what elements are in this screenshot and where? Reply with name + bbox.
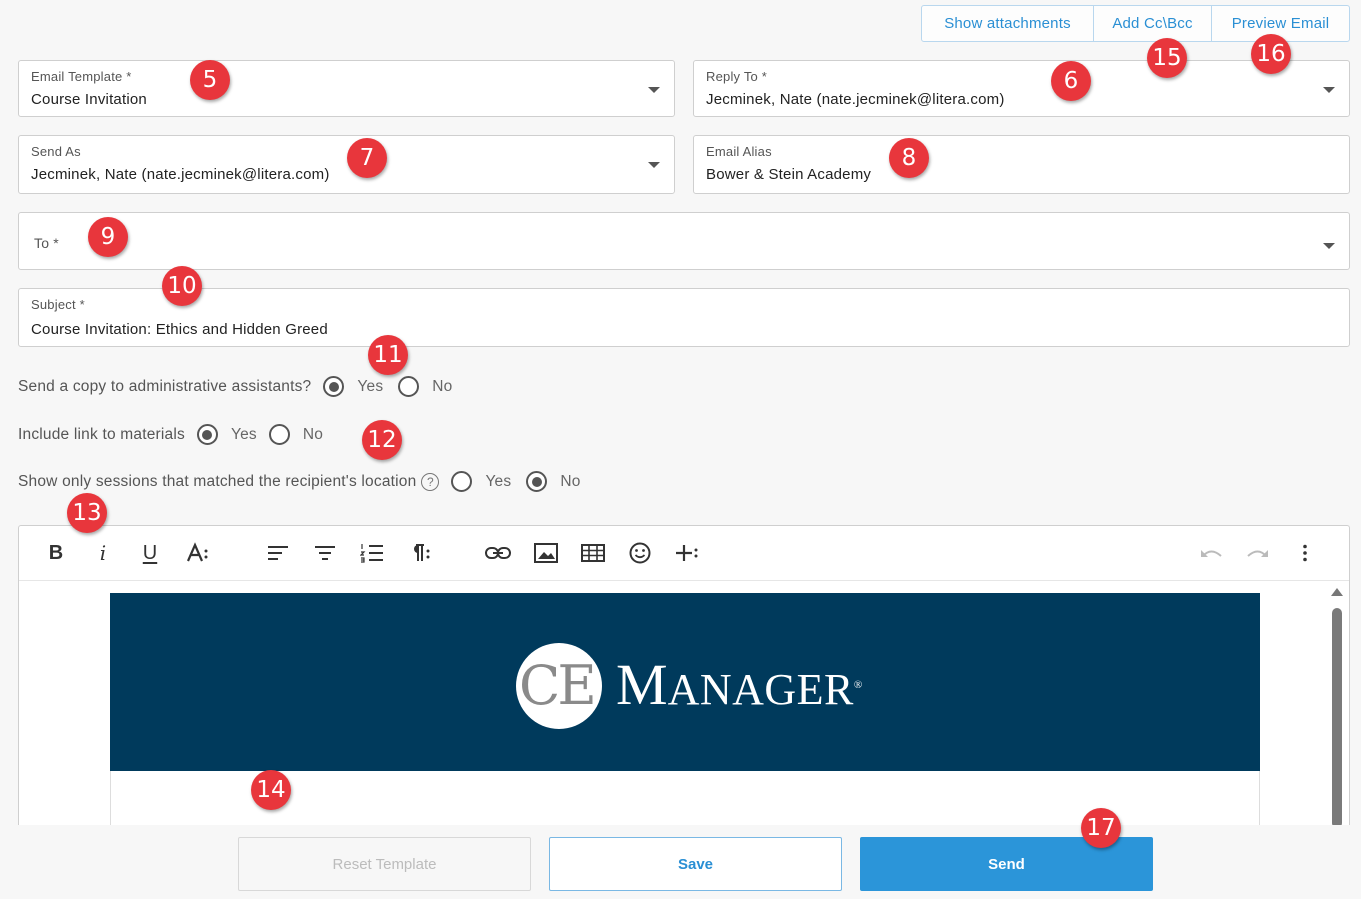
insert-more-icon[interactable] xyxy=(675,540,701,566)
registered-mark: ® xyxy=(853,679,863,691)
callout-badge: 5 xyxy=(190,60,230,100)
scroll-up-arrow-icon[interactable] xyxy=(1331,588,1343,596)
email-template-select[interactable]: Email Template * Course Invitation xyxy=(18,60,675,117)
emoticon-icon[interactable] xyxy=(627,540,653,566)
manager-rest: ANAGER xyxy=(667,665,854,714)
copy-admin-no[interactable]: No xyxy=(398,376,452,397)
include-link-yes[interactable]: Yes xyxy=(196,424,257,445)
show-attachments-button[interactable]: Show attachments xyxy=(922,6,1093,41)
reply-to-value: Jecminek, Nate (nate.jecminek@litera.com… xyxy=(706,91,1005,108)
subject-value: Course Invitation: Ethics and Hidden Gre… xyxy=(31,321,328,338)
bold-icon[interactable]: B xyxy=(43,540,69,566)
chevron-down-icon xyxy=(648,87,660,93)
callout-badge: 8 xyxy=(889,138,929,178)
callout-badge: 10 xyxy=(162,266,202,306)
matched-location-option: Show only sessions that matched the reci… xyxy=(18,471,581,492)
callout-badge: 13 xyxy=(67,493,107,533)
send-as-value: Jecminek, Nate (nate.jecminek@litera.com… xyxy=(31,166,330,183)
align-left-icon[interactable] xyxy=(265,540,291,566)
image-icon[interactable] xyxy=(533,540,559,566)
undo-icon[interactable] xyxy=(1198,540,1224,566)
chevron-down-icon xyxy=(1323,87,1335,93)
link-icon[interactable] xyxy=(485,540,511,566)
italic-icon[interactable]: i xyxy=(90,540,116,566)
ordered-list-icon[interactable] xyxy=(359,540,385,566)
callout-badge: 16 xyxy=(1251,34,1291,74)
manager-wordmark: MANAGER® xyxy=(616,656,863,728)
copy-admin-yes-label: Yes xyxy=(357,377,384,395)
copy-admin-yes[interactable]: Yes xyxy=(323,376,383,397)
to-label: To * xyxy=(34,235,59,251)
font-size-icon[interactable] xyxy=(185,540,211,566)
email-template-value: Course Invitation xyxy=(31,91,147,108)
copy-admin-question: Send a copy to administrative assistants… xyxy=(18,377,312,395)
matched-location-question: Show only sessions that matched the reci… xyxy=(18,472,417,490)
callout-badge: 11 xyxy=(368,335,408,375)
callout-badge: 6 xyxy=(1051,61,1091,101)
callout-badge: 12 xyxy=(362,420,402,460)
include-link-yes-label: Yes xyxy=(230,425,257,443)
radio-selected-icon[interactable] xyxy=(323,376,345,397)
matched-location-no-label: No xyxy=(560,472,581,490)
email-alias-label: Email Alias xyxy=(706,144,772,159)
email-banner: CE MANAGER® xyxy=(110,593,1260,771)
add-cc-bcc-button[interactable]: Add Cc\Bcc xyxy=(1093,6,1211,41)
reply-to-select[interactable]: Reply To * Jecminek, Nate (nate.jecminek… xyxy=(693,60,1350,117)
email-alias-field[interactable]: Email Alias Bower & Stein Academy xyxy=(693,135,1350,194)
copy-admin-option: Send a copy to administrative assistants… xyxy=(18,376,453,397)
chevron-down-icon xyxy=(648,162,660,168)
email-actions-group: Show attachments Add Cc\Bcc Preview Emai… xyxy=(921,5,1350,42)
callout-badge: 15 xyxy=(1147,38,1187,78)
radio-unselected-icon[interactable] xyxy=(451,471,473,492)
callout-badge: 17 xyxy=(1081,808,1121,848)
reply-to-label: Reply To * xyxy=(706,69,768,84)
copy-admin-no-label: No xyxy=(432,377,453,395)
include-link-question: Include link to materials xyxy=(18,425,185,443)
chevron-down-icon xyxy=(1323,243,1335,249)
editor-scrollbar[interactable] xyxy=(1331,586,1343,825)
include-link-option: Include link to materials Yes No xyxy=(18,424,323,445)
editor-toolbar: B i U xyxy=(19,526,1349,581)
scrollbar-thumb[interactable] xyxy=(1332,608,1342,825)
matched-location-no[interactable]: No xyxy=(526,471,580,492)
radio-unselected-icon[interactable] xyxy=(268,424,290,445)
email-template-label: Email Template * xyxy=(31,69,132,84)
callout-badge: 14 xyxy=(251,770,291,810)
send-as-select[interactable]: Send As Jecminek, Nate (nate.jecminek@li… xyxy=(18,135,675,194)
underline-icon[interactable]: U xyxy=(137,540,163,566)
align-center-icon[interactable] xyxy=(312,540,338,566)
help-icon[interactable]: ? xyxy=(421,472,440,491)
radio-unselected-icon[interactable] xyxy=(398,376,420,397)
matched-location-yes-label: Yes xyxy=(485,472,512,490)
email-alias-value: Bower & Stein Academy xyxy=(706,166,872,183)
reset-template-button[interactable]: Reset Template xyxy=(238,837,531,891)
email-body-editor: B i U CE MANAGER® xyxy=(18,525,1350,825)
radio-selected-icon[interactable] xyxy=(526,471,548,492)
save-button[interactable]: Save xyxy=(549,837,842,891)
to-recipients-select[interactable]: To * xyxy=(18,212,1350,270)
matched-location-yes[interactable]: Yes xyxy=(451,471,511,492)
table-icon[interactable] xyxy=(580,540,606,566)
callout-badge: 7 xyxy=(347,138,387,178)
radio-selected-icon[interactable] xyxy=(196,424,218,445)
send-as-label: Send As xyxy=(31,144,81,159)
ce-logo-text: CE xyxy=(519,654,597,717)
paragraph-format-icon[interactable] xyxy=(407,540,433,566)
callout-badge: 9 xyxy=(88,217,128,257)
redo-icon[interactable] xyxy=(1245,540,1271,566)
subject-field[interactable]: Subject * Course Invitation: Ethics and … xyxy=(18,288,1350,347)
subject-label: Subject * xyxy=(31,297,85,312)
include-link-no-label: No xyxy=(302,425,324,443)
manager-initial: M xyxy=(616,652,668,717)
include-link-no[interactable]: No xyxy=(268,424,324,445)
more-vertical-icon[interactable] xyxy=(1292,540,1318,566)
